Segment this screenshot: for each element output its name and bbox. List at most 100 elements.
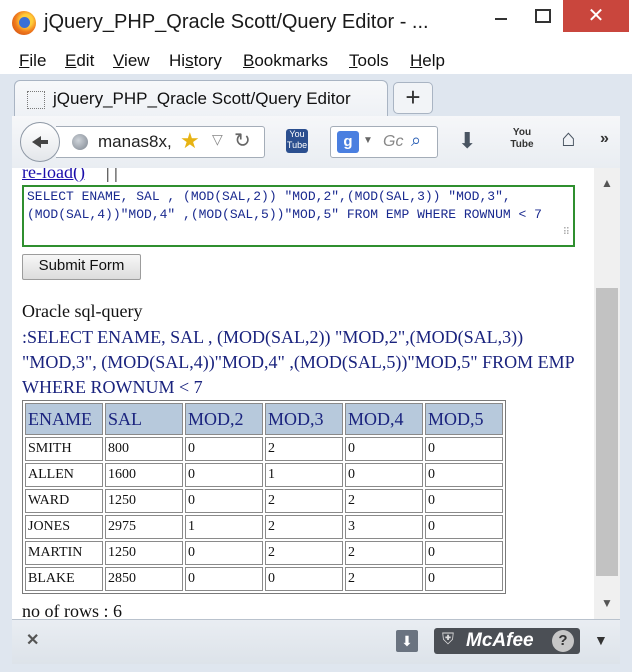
tab-query-editor[interactable]: jQuery_PHP_Qracle Scott/Query Editor xyxy=(14,80,388,117)
menu-bookmarks[interactable]: Bookmarks xyxy=(243,51,328,71)
tab-strip: jQuery_PHP_Qracle Scott/Query Editor + xyxy=(0,74,632,117)
table-cell: 0 xyxy=(185,437,263,461)
menu-history-post: tory xyxy=(193,51,222,70)
menu-help-label: elp xyxy=(422,51,445,70)
youtube-addon-icon[interactable]: You Tube xyxy=(286,129,308,153)
toolbar-overflow-icon[interactable]: » xyxy=(600,130,609,148)
menu-help[interactable]: Help xyxy=(410,51,445,71)
table-row: WARD 1250 0 2 2 0 xyxy=(25,489,503,513)
menu-history[interactable]: History xyxy=(169,51,222,71)
table-cell: 0 xyxy=(265,567,343,591)
table-cell: WARD xyxy=(25,489,103,513)
menu-edit-accel: E xyxy=(65,51,77,70)
close-addon-bar-icon[interactable]: ✕ xyxy=(26,630,39,650)
query-echo: :SELECT ENAME, SAL , (MOD(SAL,2)) "MOD,2… xyxy=(22,327,574,397)
url-text[interactable]: manas8x, xyxy=(98,132,172,152)
scroll-thumb[interactable] xyxy=(596,288,618,576)
row-count: no of rows : 6 xyxy=(22,601,122,619)
resize-grip-icon[interactable]: ⠿ xyxy=(563,225,570,243)
table-cell: 0 xyxy=(425,541,503,565)
query-text[interactable]: SELECT ENAME, SAL , (MOD(SAL,2)) "MOD,2"… xyxy=(27,189,542,222)
menu-help-accel: H xyxy=(410,51,423,70)
menu-tools-label: ools xyxy=(357,51,389,70)
menu-edit[interactable]: Edit xyxy=(65,51,94,71)
menu-history-accel: s xyxy=(185,51,194,70)
new-tab-button[interactable]: + xyxy=(393,82,433,114)
table-cell: MARTIN xyxy=(25,541,103,565)
youtube-icon[interactable]: You Tube xyxy=(509,127,535,155)
menu-view-accel: V xyxy=(113,51,125,70)
url-bar[interactable]: manas8x, ★ ▽ ↻ xyxy=(56,126,265,158)
table-cell: 2 xyxy=(345,567,423,591)
search-bar[interactable]: g ▼ Gc ⌕ xyxy=(330,126,438,158)
window-frame-left xyxy=(0,116,12,672)
tab-title: jQuery_PHP_Qracle Scott/Query Editor xyxy=(53,89,351,108)
table-row: BLAKE 2850 0 0 2 0 xyxy=(25,567,503,591)
table-cell: 2 xyxy=(265,515,343,539)
addon-dropdown-icon[interactable]: ▼ xyxy=(594,632,608,648)
firefox-logo-icon xyxy=(12,11,36,35)
table-row: ALLEN 1600 0 1 0 0 xyxy=(25,463,503,487)
navigation-toolbar: manas8x, ★ ▽ ↻ You Tube g ▼ Gc ⌕ ⬇ You T… xyxy=(0,116,632,169)
window-frame-bottom xyxy=(0,663,632,672)
menu-view[interactable]: View xyxy=(113,51,150,71)
table-cell: 0 xyxy=(425,463,503,487)
back-button[interactable] xyxy=(20,122,60,162)
submit-form-button[interactable]: Submit Form xyxy=(22,254,141,280)
url-dropdown-icon[interactable]: ▽ xyxy=(212,131,223,148)
table-cell: 2 xyxy=(345,489,423,513)
menu-view-label: iew xyxy=(124,51,150,70)
menu-history-pre: Hi xyxy=(169,51,186,70)
result-table: ENAME SAL MOD,2 MOD,3 MOD,4 MOD,5 SMITH … xyxy=(22,400,506,594)
result-heading: Oracle sql-query xyxy=(22,301,143,321)
mcafee-shield-icon: ⛨ xyxy=(442,631,455,648)
vertical-scrollbar[interactable]: ▲ ▼ xyxy=(594,168,620,619)
table-cell: 1 xyxy=(265,463,343,487)
window-frame-right xyxy=(620,116,632,672)
table-row: JONES 2975 1 2 3 0 xyxy=(25,515,503,539)
home-icon[interactable]: ⌂ xyxy=(561,125,576,153)
minimize-button[interactable] xyxy=(481,0,521,32)
scroll-down-icon[interactable]: ▼ xyxy=(601,596,613,610)
table-cell: 0 xyxy=(185,541,263,565)
google-engine-icon[interactable]: g xyxy=(337,131,359,153)
table-cell: ALLEN xyxy=(25,463,103,487)
download-icon[interactable]: ⬇ xyxy=(458,128,476,154)
menu-file-accel: F xyxy=(19,51,30,70)
mcafee-label: McAfee xyxy=(466,630,534,651)
menu-tools[interactable]: Tools xyxy=(349,51,389,71)
table-cell: 2850 xyxy=(105,567,183,591)
menu-file[interactable]: File xyxy=(19,51,46,71)
engine-dropdown-icon[interactable]: ▼ xyxy=(363,135,373,146)
addon-download-icon[interactable]: ⬇ xyxy=(396,630,418,652)
column-header: MOD,5 xyxy=(425,403,503,435)
table-cell: 1 xyxy=(185,515,263,539)
query-textarea[interactable]: SELECT ENAME, SAL , (MOD(SAL,2)) "MOD,2"… xyxy=(22,185,575,247)
page-favicon-icon xyxy=(27,91,45,109)
mcafee-help-icon[interactable]: ? xyxy=(552,630,574,652)
page-content: re-load() | | SELECT ENAME, SAL , (MOD(S… xyxy=(12,168,594,619)
table-cell: 0 xyxy=(345,463,423,487)
globe-icon xyxy=(72,134,88,150)
table-cell: 0 xyxy=(425,489,503,513)
menu-tools-accel: T xyxy=(349,51,358,70)
table-cell: 2 xyxy=(265,489,343,513)
table-cell: 0 xyxy=(185,463,263,487)
column-header: MOD,4 xyxy=(345,403,423,435)
reload-link[interactable]: re-load() xyxy=(22,168,85,183)
scroll-up-icon[interactable]: ▲ xyxy=(601,176,613,190)
table-cell: 0 xyxy=(425,515,503,539)
search-icon[interactable]: ⌕ xyxy=(411,130,421,151)
column-header: ENAME xyxy=(25,403,103,435)
menu-file-label: ile xyxy=(29,51,47,70)
maximize-button[interactable] xyxy=(522,0,562,32)
table-cell: 0 xyxy=(425,437,503,461)
bookmark-star-icon[interactable]: ★ xyxy=(180,128,200,154)
mcafee-button[interactable]: ⛨ McAfee ? xyxy=(434,628,580,654)
table-row: SMITH 800 0 2 0 0 xyxy=(25,437,503,461)
reload-icon[interactable]: ↻ xyxy=(234,128,251,153)
close-window-button[interactable]: ✕ xyxy=(563,0,629,32)
menu-bookmarks-accel: B xyxy=(243,51,255,70)
search-input[interactable]: Gc xyxy=(383,133,403,151)
table-cell: 800 xyxy=(105,437,183,461)
